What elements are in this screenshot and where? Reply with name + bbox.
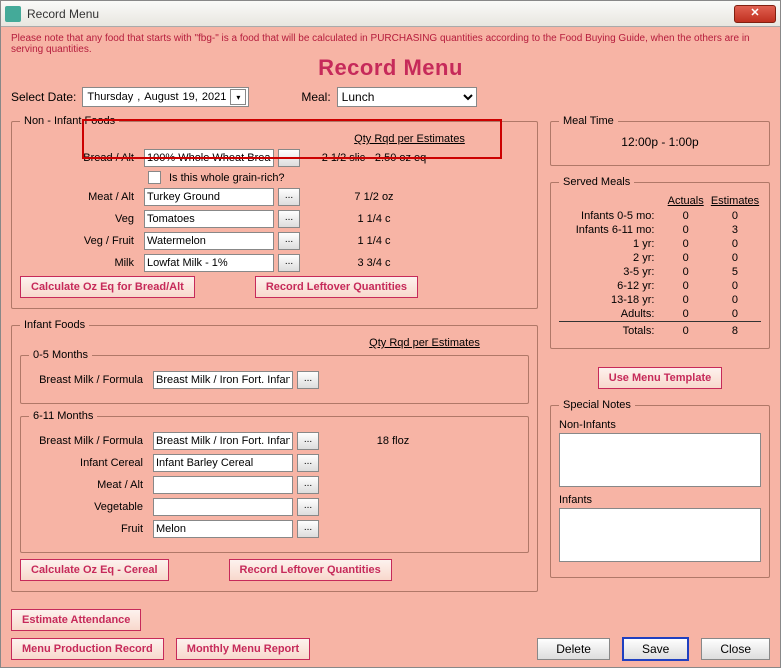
page-title: Record Menu [11,55,770,81]
non-infant-foods-group: Non - Infant Foods Qty Rqd per Estimates… [11,115,538,309]
special-notes-group: Special Notes Non-Infants Infants [550,399,770,578]
meat-label: Meat / Alt [20,191,140,203]
meat-qty: 7 1/2 oz [304,191,444,203]
delete-button[interactable]: Delete [537,638,610,660]
veg-qty: 1 1/4 c [304,213,444,225]
infant-0-5-group: 0-5 Months Breast Milk / Formula ... [20,349,529,404]
special-notes-legend: Special Notes [559,399,635,411]
served-row: 2 yr:00 [559,251,761,265]
infmeat-label: Meat / Alt [29,479,149,491]
cereal-browse-button[interactable]: ... [297,454,319,472]
served-row: 6-12 yr:00 [559,279,761,293]
served-meals-group: Served Meals ActualsEstimates Infants 0-… [550,176,770,349]
whole-grain-checkbox[interactable] [148,171,161,184]
served-row: Infants 0-5 mo:00 [559,209,761,223]
vegfruit-input[interactable] [144,232,274,250]
record-leftover-infant-button[interactable]: Record Leftover Quantities [229,559,392,581]
served-legend: Served Meals [559,176,634,188]
noninfants-notes-label: Non-Infants [559,419,761,431]
infant-foods-group: Infant Foods Qty Rqd per Estimates 0-5 M… [11,319,538,592]
infants-notes-label: Infants [559,494,761,506]
vegfruit-qty: 1 1/4 c [304,235,444,247]
use-menu-template-button[interactable]: Use Menu Template [598,367,723,389]
record-leftover-noninfant-button[interactable]: Record Leftover Quantities [255,276,418,298]
bf05-label: Breast Milk / Formula [29,374,149,386]
bf05-browse-button[interactable]: ... [297,371,319,389]
vegfruit-label: Veg / Fruit [20,235,140,247]
menu-production-record-button[interactable]: Menu Production Record [11,638,164,660]
veg-browse-button[interactable]: ... [278,210,300,228]
purchasing-note: Please note that any food that starts wi… [11,33,770,55]
milk-browse-button[interactable]: ... [278,254,300,272]
cereal-input[interactable] [153,454,293,472]
infmeat-input[interactable] [153,476,293,494]
bf611-qty: 18 floz [323,435,463,447]
calendar-icon[interactable]: ▾ [230,89,246,105]
inffruit-input[interactable] [153,520,293,538]
vegfruit-browse-button[interactable]: ... [278,232,300,250]
save-button[interactable]: Save [622,637,689,661]
served-row: 3-5 yr:05 [559,265,761,279]
served-row: Adults:00 [559,307,761,322]
close-button[interactable]: Close [701,638,770,660]
veg-input[interactable] [144,210,274,228]
calc-ozeq-bread-button[interactable]: Calculate Oz Eq for Bread/Alt [20,276,195,298]
milk-input[interactable] [144,254,274,272]
meat-browse-button[interactable]: ... [278,188,300,206]
window-title: Record Menu [27,7,734,21]
date-month: August [142,91,180,103]
milk-qty: 3 3/4 c [304,257,444,269]
date-year: 2021 [200,91,228,103]
infant-6-11-group: 6-11 Months Breast Milk / Formula ... 18… [20,410,529,553]
estimate-attendance-button[interactable]: Estimate Attendance [11,609,141,631]
date-weekday: Thursday [85,91,135,103]
noninfants-notes-input[interactable] [559,433,761,487]
meal-time-legend: Meal Time [559,115,618,127]
infveg-label: Vegetable [29,501,149,513]
milk-label: Milk [20,257,140,269]
meal-select[interactable]: Lunch [337,87,477,107]
estimates-header: Estimates [709,194,761,209]
infveg-browse-button[interactable]: ... [297,498,319,516]
bf611-label: Breast Milk / Formula [29,435,149,447]
meat-input[interactable] [144,188,274,206]
meal-time-value: 12:00p - 1:00p [559,133,761,155]
meal-label: Meal: [301,90,330,104]
bf611-browse-button[interactable]: ... [297,432,319,450]
veg-label: Veg [20,213,140,225]
m611-legend: 6-11 Months [29,410,97,422]
served-row: 1 yr:00 [559,237,761,251]
inffruit-label: Fruit [29,523,149,535]
highlight-box [82,119,502,159]
meal-time-group: Meal Time 12:00p - 1:00p [550,115,770,166]
served-row: Infants 6-11 mo:03 [559,223,761,237]
m05-legend: 0-5 Months [29,349,92,361]
inffruit-browse-button[interactable]: ... [297,520,319,538]
cereal-label: Infant Cereal [29,457,149,469]
infant-legend: Infant Foods [20,319,89,331]
infants-notes-input[interactable] [559,508,761,562]
infveg-input[interactable] [153,498,293,516]
qty-header-infant: Qty Rqd per Estimates [320,337,529,349]
date-picker[interactable]: Thursday, August 19, 2021 ▾ [82,87,249,107]
infmeat-browse-button[interactable]: ... [297,476,319,494]
whole-grain-label: Is this whole grain-rich? [169,172,285,184]
date-day: 19, [181,91,200,103]
bf611-input[interactable] [153,432,293,450]
select-date-label: Select Date: [11,90,76,104]
served-totals-row: Totals:08 [559,322,761,339]
calc-ozeq-cereal-button[interactable]: Calculate Oz Eq - Cereal [20,559,169,581]
served-row: 13-18 yr:00 [559,293,761,307]
app-icon [5,6,21,22]
titlebar: Record Menu ✕ [1,1,780,27]
bf05-input[interactable] [153,371,293,389]
close-icon[interactable]: ✕ [734,5,776,23]
actuals-header: Actuals [662,194,709,209]
monthly-menu-report-button[interactable]: Monthly Menu Report [176,638,310,660]
